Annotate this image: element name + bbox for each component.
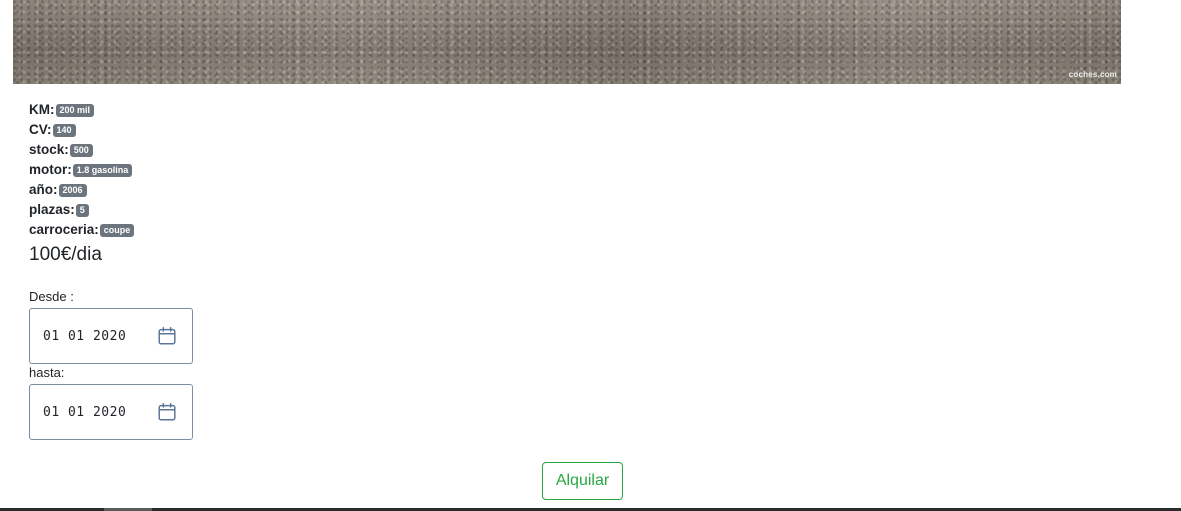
car-detail-page: coches.com KM: 200 mil CV: 140 stock: 500 m… (0, 0, 1181, 511)
spec-badge: 140 (52, 124, 76, 137)
car-specs: KM: 200 mil CV: 140 stock: 500 motor: 1.8 ga… (29, 101, 135, 241)
spec-label: carroceria: (29, 222, 99, 237)
to-date-value[interactable]: 01 01 2020 (43, 405, 126, 420)
spec-badge: 200 mil (55, 104, 95, 117)
to-date-input[interactable]: 01 01 2020 (29, 384, 193, 440)
spec-label: plazas: (29, 202, 75, 217)
calendar-icon[interactable] (156, 325, 178, 347)
price-per-day: 100€/dia (29, 244, 102, 265)
spec-year: año: 2006 (29, 181, 134, 201)
spec-badge: 1.8 gasolina (72, 164, 133, 177)
spec-label: año: (29, 182, 58, 197)
spec-motor: motor: 1.8 gasolina (29, 161, 134, 181)
from-date-label: Desde : (29, 289, 74, 304)
to-date-label: hasta: (29, 365, 65, 380)
spec-badge: 500 (69, 144, 93, 157)
rent-button[interactable]: Alquilar (542, 462, 623, 500)
photo-watermark: coches.com (1068, 70, 1117, 79)
spec-label: CV: (29, 122, 52, 137)
spec-badge: 2006 (58, 184, 87, 197)
spec-badge: 5 (75, 204, 89, 217)
spec-label: KM: (29, 102, 55, 117)
car-photo: coches.com (13, 0, 1121, 84)
spec-stock: stock: 500 (29, 141, 134, 161)
from-date-input[interactable]: 01 01 2020 (29, 308, 193, 364)
spec-label: motor: (29, 162, 72, 177)
spec-label: stock: (29, 142, 69, 157)
spec-cv: CV: 140 (29, 121, 134, 141)
calendar-icon[interactable] (156, 401, 178, 423)
spec-km: KM: 200 mil (29, 101, 134, 121)
spec-seats: plazas: 5 (29, 201, 134, 221)
spec-body-type: carroceria: coupe (29, 221, 135, 241)
spec-badge: coupe (99, 224, 135, 237)
from-date-value[interactable]: 01 01 2020 (43, 329, 126, 344)
